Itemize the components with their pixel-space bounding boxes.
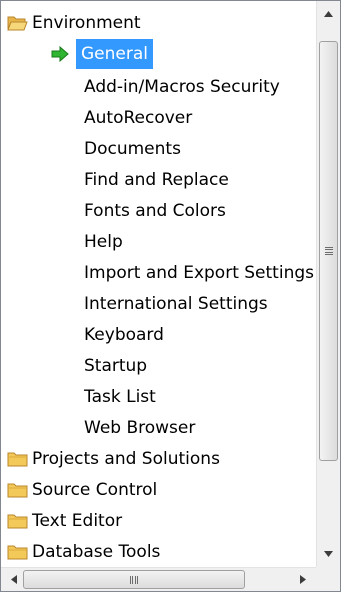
tree-node-label-selected: General [76, 39, 153, 69]
green-arrow-icon [51, 46, 69, 62]
folder-icon [7, 514, 28, 529]
options-tree: Environment General Add-in/Macros Securi… [1, 1, 316, 567]
arrow-up-icon [324, 11, 333, 17]
tree-node-label: Projects and Solutions [32, 449, 220, 469]
vertical-scroll-thumb[interactable] [319, 41, 338, 461]
tree-node-label: Keyboard [84, 325, 164, 345]
tree-node-task-list[interactable]: Task List [1, 382, 316, 412]
tree-node-label: Fonts and Colors [84, 201, 226, 221]
tree-node-text-editor[interactable]: Text Editor [1, 506, 316, 536]
grip-icon [129, 575, 139, 584]
tree-node-international-settings[interactable]: International Settings [1, 289, 316, 319]
tree-node-label: Help [84, 232, 123, 252]
tree-node-startup[interactable]: Startup [1, 351, 316, 381]
tree-node-label: Text Editor [32, 511, 123, 531]
scroll-up-button[interactable] [317, 1, 340, 27]
tree-node-label: Startup [84, 356, 148, 376]
tree-node-label: International Settings [84, 294, 268, 314]
folder-icon [7, 483, 28, 498]
tree-node-label: AutoRecover [84, 108, 193, 128]
tree-node-projects-and-solutions[interactable]: Projects and Solutions [1, 444, 316, 474]
folder-icon [7, 545, 28, 560]
tree-node-find-and-replace[interactable]: Find and Replace [1, 165, 316, 195]
tree-node-label: Find and Replace [84, 170, 229, 190]
arrow-down-icon [324, 551, 333, 557]
tree-node-label: Import and Export Settings [84, 263, 314, 283]
scrollbar-corner [316, 567, 340, 591]
options-tree-panel: Environment General Add-in/Macros Securi… [0, 0, 341, 592]
tree-node-import-and-export-settings[interactable]: Import and Export Settings [1, 258, 316, 288]
tree-node-autorecover[interactable]: AutoRecover [1, 103, 316, 133]
tree-node-label: Task List [84, 387, 156, 407]
arrow-left-icon [11, 575, 17, 584]
tree-node-keyboard[interactable]: Keyboard [1, 320, 316, 350]
tree-node-label: Documents [84, 139, 181, 159]
horizontal-scrollbar[interactable] [1, 567, 316, 591]
tree-node-label: Web Browser [84, 418, 196, 438]
tree-node-fonts-and-colors[interactable]: Fonts and Colors [1, 196, 316, 226]
tree-node-help[interactable]: Help [1, 227, 316, 257]
tree-node-environment[interactable]: Environment [1, 8, 316, 38]
horizontal-scroll-thumb[interactable] [23, 570, 245, 589]
tree-node-source-control[interactable]: Source Control [1, 475, 316, 505]
scroll-right-button[interactable] [290, 568, 316, 591]
tree-node-label: Add-in/Macros Security [84, 77, 280, 97]
tree-node-web-browser[interactable]: Web Browser [1, 413, 316, 443]
tree-node-database-tools[interactable]: Database Tools [1, 537, 316, 567]
folder-icon [7, 452, 28, 467]
scroll-down-button[interactable] [317, 541, 340, 567]
open-folder-icon [7, 16, 28, 31]
tree-node-label: Environment [32, 13, 141, 33]
arrow-right-icon [300, 575, 306, 584]
tree-node-add-in-macros-security[interactable]: Add-in/Macros Security [1, 72, 316, 102]
tree-node-label: Source Control [32, 480, 158, 500]
grip-icon [324, 246, 333, 256]
tree-node-label: Database Tools [32, 542, 161, 562]
tree-node-documents[interactable]: Documents [1, 134, 316, 164]
vertical-scrollbar[interactable] [316, 1, 340, 567]
tree-node-general[interactable]: General [1, 39, 316, 69]
